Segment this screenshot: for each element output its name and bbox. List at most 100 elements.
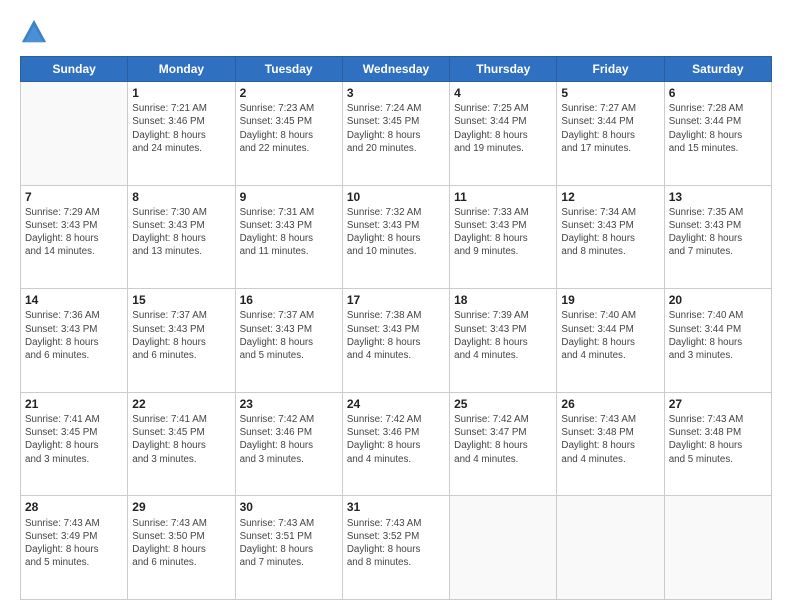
day-number: 31 (347, 499, 445, 515)
day-header-row: SundayMondayTuesdayWednesdayThursdayFrid… (21, 57, 772, 82)
day-of-week-sunday: Sunday (21, 57, 128, 82)
calendar-cell: 9Sunrise: 7:31 AM Sunset: 3:43 PM Daylig… (235, 185, 342, 289)
calendar-body: 1Sunrise: 7:21 AM Sunset: 3:46 PM Daylig… (21, 82, 772, 600)
cell-info: Sunrise: 7:40 AM Sunset: 3:44 PM Dayligh… (669, 309, 767, 362)
day-number: 1 (132, 85, 230, 101)
day-number: 7 (25, 189, 123, 205)
calendar-cell: 1Sunrise: 7:21 AM Sunset: 3:46 PM Daylig… (128, 82, 235, 186)
cell-info: Sunrise: 7:42 AM Sunset: 3:46 PM Dayligh… (347, 413, 445, 466)
calendar-cell (450, 496, 557, 600)
calendar-cell (557, 496, 664, 600)
calendar-cell: 25Sunrise: 7:42 AM Sunset: 3:47 PM Dayli… (450, 392, 557, 496)
calendar-cell: 22Sunrise: 7:41 AM Sunset: 3:45 PM Dayli… (128, 392, 235, 496)
day-number: 5 (561, 85, 659, 101)
cell-info: Sunrise: 7:30 AM Sunset: 3:43 PM Dayligh… (132, 206, 230, 259)
day-number: 16 (240, 292, 338, 308)
day-of-week-friday: Friday (557, 57, 664, 82)
cell-info: Sunrise: 7:39 AM Sunset: 3:43 PM Dayligh… (454, 309, 552, 362)
calendar-cell (21, 82, 128, 186)
calendar-table: SundayMondayTuesdayWednesdayThursdayFrid… (20, 56, 772, 600)
cell-info: Sunrise: 7:21 AM Sunset: 3:46 PM Dayligh… (132, 102, 230, 155)
calendar-cell: 13Sunrise: 7:35 AM Sunset: 3:43 PM Dayli… (664, 185, 771, 289)
day-number: 11 (454, 189, 552, 205)
cell-info: Sunrise: 7:43 AM Sunset: 3:49 PM Dayligh… (25, 517, 123, 570)
cell-info: Sunrise: 7:27 AM Sunset: 3:44 PM Dayligh… (561, 102, 659, 155)
cell-info: Sunrise: 7:40 AM Sunset: 3:44 PM Dayligh… (561, 309, 659, 362)
calendar-cell: 3Sunrise: 7:24 AM Sunset: 3:45 PM Daylig… (342, 82, 449, 186)
calendar-cell: 18Sunrise: 7:39 AM Sunset: 3:43 PM Dayli… (450, 289, 557, 393)
day-number: 9 (240, 189, 338, 205)
calendar-cell: 30 Sunrise: 7:43 AM Sunset: 3:51 PM Dayli… (235, 496, 342, 600)
calendar-cell: 21Sunrise: 7:41 AM Sunset: 3:45 PM Dayli… (21, 392, 128, 496)
cell-info: Sunrise: 7:32 AM Sunset: 3:43 PM Dayligh… (347, 206, 445, 259)
day-number: 27 (669, 396, 767, 412)
calendar-header: SundayMondayTuesdayWednesdayThursdayFrid… (21, 57, 772, 82)
day-number: 6 (669, 85, 767, 101)
logo-icon (20, 18, 48, 46)
calendar-cell: 8Sunrise: 7:30 AM Sunset: 3:43 PM Daylig… (128, 185, 235, 289)
cell-info: Sunrise: 7:23 AM Sunset: 3:45 PM Dayligh… (240, 102, 338, 155)
calendar-cell: 29 Sunrise: 7:43 AM Sunset: 3:50 PM Dayli… (128, 496, 235, 600)
calendar-cell: 17Sunrise: 7:38 AM Sunset: 3:43 PM Dayli… (342, 289, 449, 393)
cell-info: Sunrise: 7:42 AM Sunset: 3:46 PM Dayligh… (240, 413, 338, 466)
calendar-cell: 4Sunrise: 7:25 AM Sunset: 3:44 PM Daylig… (450, 82, 557, 186)
calendar-cell: 6Sunrise: 7:28 AM Sunset: 3:44 PM Daylig… (664, 82, 771, 186)
calendar-cell: 7Sunrise: 7:29 AM Sunset: 3:43 PM Daylig… (21, 185, 128, 289)
cell-info: Sunrise: 7:41 AM Sunset: 3:45 PM Dayligh… (25, 413, 123, 466)
day-of-week-tuesday: Tuesday (235, 57, 342, 82)
day-number: 13 (669, 189, 767, 205)
calendar-cell: 10Sunrise: 7:32 AM Sunset: 3:43 PM Dayli… (342, 185, 449, 289)
cell-info: Sunrise: 7:43 AM Sunset: 3:52 PM Dayligh… (347, 517, 445, 570)
calendar-week-row: 7Sunrise: 7:29 AM Sunset: 3:43 PM Daylig… (21, 185, 772, 289)
cell-info: Sunrise: 7:43 AM Sunset: 3:48 PM Dayligh… (669, 413, 767, 466)
calendar-week-row: 14Sunrise: 7:36 AM Sunset: 3:43 PM Dayli… (21, 289, 772, 393)
calendar-cell: 28 Sunrise: 7:43 AM Sunset: 3:49 PM Dayli… (21, 496, 128, 600)
calendar-cell: 15Sunrise: 7:37 AM Sunset: 3:43 PM Dayli… (128, 289, 235, 393)
calendar-cell: 26Sunrise: 7:43 AM Sunset: 3:48 PM Dayli… (557, 392, 664, 496)
calendar-cell: 16Sunrise: 7:37 AM Sunset: 3:43 PM Dayli… (235, 289, 342, 393)
cell-info: Sunrise: 7:37 AM Sunset: 3:43 PM Dayligh… (240, 309, 338, 362)
day-number: 8 (132, 189, 230, 205)
day-number: 12 (561, 189, 659, 205)
cell-info: Sunrise: 7:43 AM Sunset: 3:48 PM Dayligh… (561, 413, 659, 466)
logo (20, 18, 52, 46)
calendar-cell: 11Sunrise: 7:33 AM Sunset: 3:43 PM Dayli… (450, 185, 557, 289)
day-of-week-thursday: Thursday (450, 57, 557, 82)
cell-info: Sunrise: 7:37 AM Sunset: 3:43 PM Dayligh… (132, 309, 230, 362)
calendar-cell: 24Sunrise: 7:42 AM Sunset: 3:46 PM Dayli… (342, 392, 449, 496)
cell-info: Sunrise: 7:28 AM Sunset: 3:44 PM Dayligh… (669, 102, 767, 155)
day-number: 2 (240, 85, 338, 101)
cell-info: Sunrise: 7:34 AM Sunset: 3:43 PM Dayligh… (561, 206, 659, 259)
calendar-cell: 14Sunrise: 7:36 AM Sunset: 3:43 PM Dayli… (21, 289, 128, 393)
calendar-cell: 23Sunrise: 7:42 AM Sunset: 3:46 PM Dayli… (235, 392, 342, 496)
calendar-cell: 31 Sunrise: 7:43 AM Sunset: 3:52 PM Dayli… (342, 496, 449, 600)
day-number: 25 (454, 396, 552, 412)
day-number: 30 (240, 499, 338, 515)
day-number: 21 (25, 396, 123, 412)
day-number: 24 (347, 396, 445, 412)
day-number: 17 (347, 292, 445, 308)
cell-info: Sunrise: 7:29 AM Sunset: 3:43 PM Dayligh… (25, 206, 123, 259)
cell-info: Sunrise: 7:38 AM Sunset: 3:43 PM Dayligh… (347, 309, 445, 362)
day-number: 18 (454, 292, 552, 308)
day-of-week-monday: Monday (128, 57, 235, 82)
calendar-week-row: 28 Sunrise: 7:43 AM Sunset: 3:49 PM Dayli… (21, 496, 772, 600)
calendar-cell: 27Sunrise: 7:43 AM Sunset: 3:48 PM Dayli… (664, 392, 771, 496)
cell-info: Sunrise: 7:31 AM Sunset: 3:43 PM Dayligh… (240, 206, 338, 259)
calendar-week-row: 21Sunrise: 7:41 AM Sunset: 3:45 PM Dayli… (21, 392, 772, 496)
day-number: 3 (347, 85, 445, 101)
page: SundayMondayTuesdayWednesdayThursdayFrid… (0, 0, 792, 612)
cell-info: Sunrise: 7:43 AM Sunset: 3:51 PM Dayligh… (240, 517, 338, 570)
day-number: 28 (25, 499, 123, 515)
day-number: 20 (669, 292, 767, 308)
cell-info: Sunrise: 7:43 AM Sunset: 3:50 PM Dayligh… (132, 517, 230, 570)
calendar-cell: 12Sunrise: 7:34 AM Sunset: 3:43 PM Dayli… (557, 185, 664, 289)
calendar-cell: 19Sunrise: 7:40 AM Sunset: 3:44 PM Dayli… (557, 289, 664, 393)
day-number: 29 (132, 499, 230, 515)
cell-info: Sunrise: 7:33 AM Sunset: 3:43 PM Dayligh… (454, 206, 552, 259)
day-number: 10 (347, 189, 445, 205)
calendar-cell: 2Sunrise: 7:23 AM Sunset: 3:45 PM Daylig… (235, 82, 342, 186)
cell-info: Sunrise: 7:41 AM Sunset: 3:45 PM Dayligh… (132, 413, 230, 466)
day-of-week-saturday: Saturday (664, 57, 771, 82)
day-number: 23 (240, 396, 338, 412)
